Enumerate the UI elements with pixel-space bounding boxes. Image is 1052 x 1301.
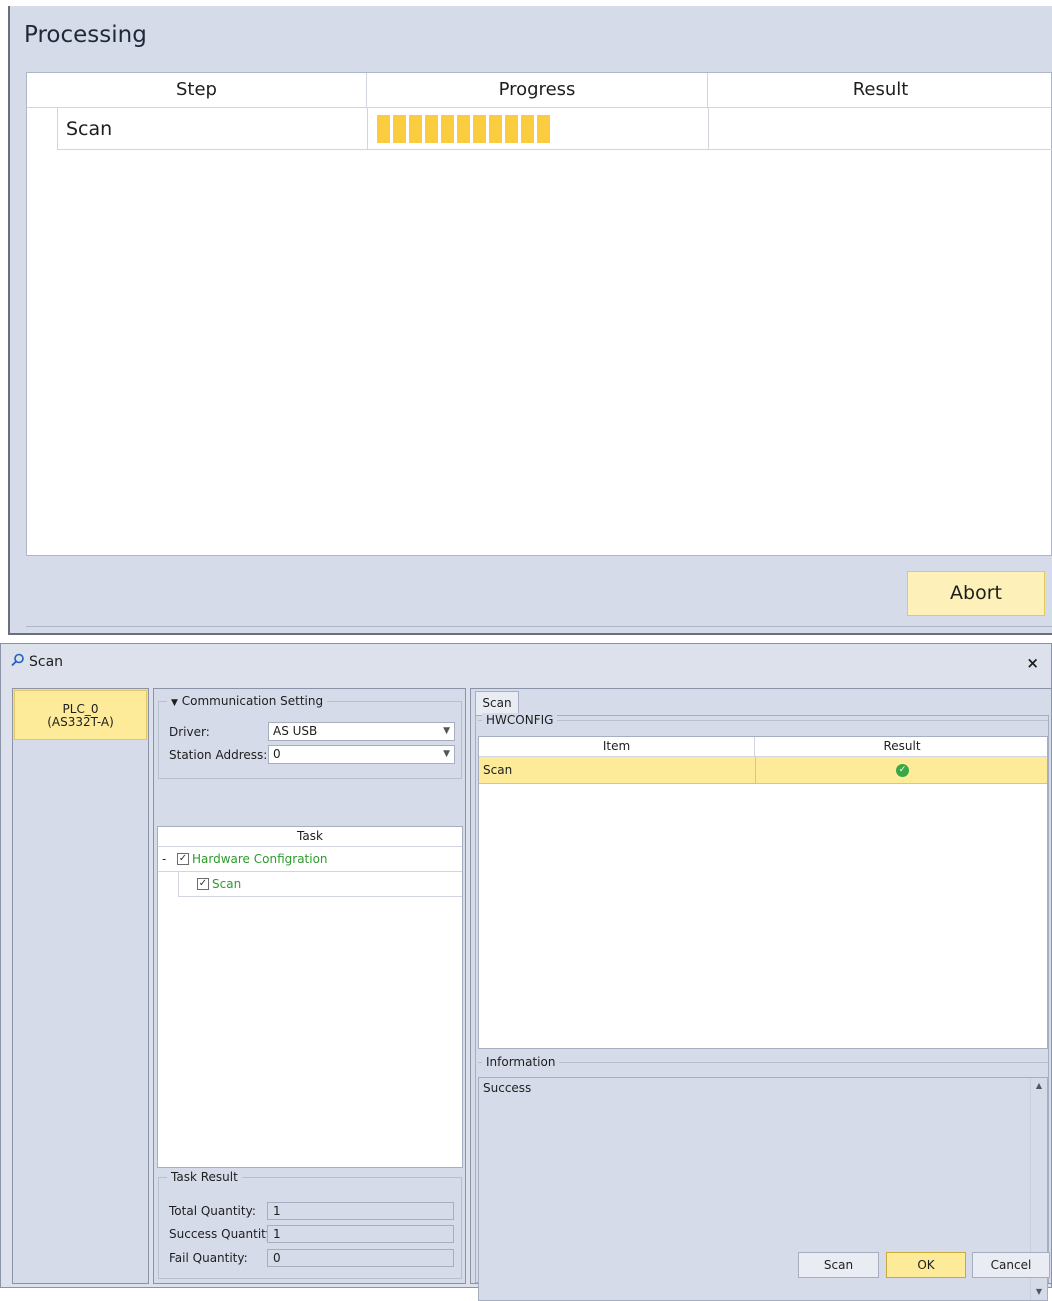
results-pane: Scan HWCONFIG Item Result Scan ✓ Informa… [470, 688, 1052, 1301]
dropdown-arrow-icon: ▼ [443, 726, 450, 736]
progress-segment [409, 115, 422, 143]
communication-setting-title[interactable]: ▼ Communication Setting [167, 694, 328, 708]
driver-select[interactable]: AS USB ▼ [268, 722, 455, 741]
progress-bar [377, 115, 550, 143]
hwconfig-title: HWCONFIG [482, 713, 558, 727]
column-header-step[interactable]: Step [27, 73, 367, 108]
settings-pane: ▼ Communication Setting Driver: AS USB ▼… [153, 688, 466, 1284]
information-title: Information [482, 1055, 560, 1069]
progress-segment [377, 115, 390, 143]
table-row[interactable]: Scan ✓ [479, 757, 1047, 784]
information-text: Success [483, 1081, 532, 1095]
scan-dialog: Scan × PLC_0 (AS332T-A) ▼ Communication … [0, 643, 1052, 1301]
success-check-icon: ✓ [896, 764, 909, 777]
progress-segment [393, 115, 406, 143]
task-header: Task [158, 827, 462, 847]
progress-segment [473, 115, 486, 143]
progress-segment [425, 115, 438, 143]
column-header-item[interactable]: Item [479, 737, 755, 757]
hwconfig-table-header: Item Result [479, 737, 1047, 757]
progress-segment [457, 115, 470, 143]
success-quantity-value: 1 [267, 1225, 454, 1243]
tab-body: HWCONFIG Item Result Scan ✓ Information … [475, 713, 1049, 1301]
fail-quantity-value: 0 [267, 1249, 454, 1267]
processing-dialog: Processing Step Progress Result Scan Abo… [8, 6, 1052, 635]
checkbox-checked-icon[interactable]: ✓ [177, 853, 189, 865]
close-icon[interactable]: × [1026, 654, 1039, 672]
scroll-up-icon[interactable]: ▲ [1031, 1078, 1047, 1094]
title-bar: Scan × [1, 644, 1051, 682]
ok-button[interactable]: OK [886, 1252, 966, 1278]
driver-label: Driver: [169, 725, 210, 739]
scan-button[interactable]: Scan [798, 1252, 879, 1278]
scroll-down-icon[interactable]: ▼ [1031, 1284, 1047, 1300]
column-header-result[interactable]: Result [708, 73, 1052, 108]
chevron-down-icon: ▼ [171, 698, 178, 708]
processing-grid: Step Progress Result Scan [26, 72, 1052, 556]
processing-grid-header: Step Progress Result [27, 73, 1051, 108]
station-address-label: Station Address: [169, 748, 268, 762]
task-item-label: Hardware Configration [192, 852, 328, 866]
window-title: Scan [11, 653, 63, 671]
checkbox-checked-icon[interactable]: ✓ [197, 878, 209, 890]
table-row[interactable]: Scan [57, 108, 1052, 150]
task-tree: Task - ✓ Hardware Configration ✓ Scan [157, 826, 463, 1168]
total-quantity-label: Total Quantity: [169, 1204, 256, 1218]
result-cell [709, 108, 1052, 150]
divider [26, 626, 1052, 627]
progress-segment [537, 115, 550, 143]
total-quantity-value: 1 [267, 1202, 454, 1220]
task-result-title: Task Result [167, 1170, 242, 1184]
success-quantity-label: Success Quantity: [169, 1227, 277, 1241]
result-cell: ✓ [755, 757, 1049, 783]
task-item-label: Scan [212, 877, 242, 891]
search-icon [11, 653, 25, 671]
item-cell: Scan [483, 763, 513, 777]
processing-title: Processing [24, 22, 147, 48]
collapse-toggle[interactable]: - [162, 847, 174, 871]
task-item-scan[interactable]: ✓ Scan [178, 872, 462, 897]
information-group: Information [478, 1055, 1048, 1069]
dropdown-arrow-icon: ▼ [443, 749, 450, 759]
progress-cell [368, 108, 709, 150]
cancel-button[interactable]: Cancel [972, 1252, 1050, 1278]
plc-model: (AS332T-A) [47, 715, 114, 729]
communication-setting-group: ▼ Communication Setting Driver: AS USB ▼… [158, 694, 462, 779]
plc-list: PLC_0 (AS332T-A) [12, 688, 149, 1284]
hwconfig-table: Item Result Scan ✓ [478, 736, 1048, 1049]
progress-segment [521, 115, 534, 143]
plc-item[interactable]: PLC_0 (AS332T-A) [14, 690, 147, 740]
task-item-hardware-configuration[interactable]: - ✓ Hardware Configration [158, 847, 462, 872]
abort-button[interactable]: Abort [907, 571, 1045, 616]
window-title-text: Scan [29, 654, 64, 670]
fail-quantity-label: Fail Quantity: [169, 1251, 248, 1265]
column-header-progress[interactable]: Progress [367, 73, 708, 108]
progress-segment [441, 115, 454, 143]
column-header-result[interactable]: Result [755, 737, 1049, 757]
station-address-select[interactable]: 0 ▼ [268, 745, 455, 764]
task-result-group: Task Result Total Quantity: 1 Success Qu… [158, 1170, 462, 1279]
step-cell: Scan [58, 108, 368, 150]
progress-segment [505, 115, 518, 143]
progress-segment [489, 115, 502, 143]
